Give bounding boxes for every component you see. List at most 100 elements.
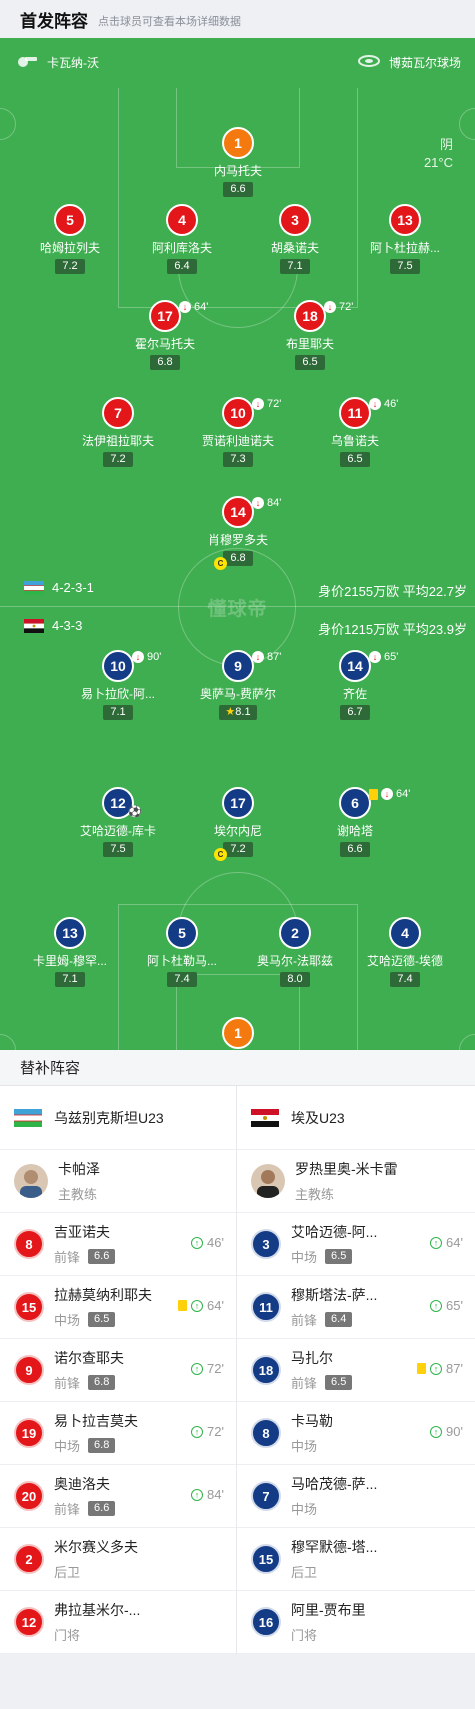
rating-value: 6.5	[302, 356, 318, 368]
sub-player-position: 门将	[291, 1628, 318, 1643]
player-number: 5	[54, 204, 86, 236]
sub-event: ↑ 72'	[191, 1424, 224, 1439]
player-away[interactable]: 13 卡里姆-穆罕... 7.1	[15, 917, 125, 987]
sub-minute: 72'	[339, 301, 354, 313]
player-home[interactable]: 1 内马托夫 6.6	[183, 127, 293, 197]
sub-minute: 72'	[267, 398, 282, 410]
rating-value: 7.5	[397, 260, 413, 272]
sub-minute: 87'	[446, 1361, 463, 1376]
player-number: 9	[222, 650, 254, 682]
player-events: ↓ 72'	[252, 398, 281, 410]
player-away[interactable]: 12 ⚽ 艾哈迈德-库卡 7.5	[63, 787, 173, 857]
sub-player-position: 前锋	[291, 1376, 318, 1391]
sub-player-row[interactable]: 15 拉赫莫纳利耶夫 中场 6.5 ↑ 64'	[0, 1276, 236, 1339]
sub-out-icon: ↓	[252, 398, 264, 410]
sub-player-row[interactable]: 16 阿里-贾布里 门将	[237, 1591, 475, 1654]
yellow-card-icon	[417, 1363, 427, 1374]
player-name: 奥马尔-法耶兹	[257, 954, 333, 968]
sub-in-icon: ↑	[191, 1425, 204, 1438]
player-away[interactable]: 17 C 埃尔内尼 7.2	[183, 787, 293, 861]
player-name: 阿卜杜拉赫...	[369, 241, 440, 255]
sub-minute: 65'	[446, 1298, 463, 1313]
sub-minute: 87'	[267, 651, 282, 663]
sub-player-row[interactable]: 2 米尔赛义多夫 后卫	[0, 1528, 236, 1591]
player-rating-wrap: 7.4	[350, 969, 460, 987]
player-name: 艾哈迈德-埃德	[367, 954, 443, 968]
player-home[interactable]: 13 阿卜杜拉赫... 7.5	[350, 204, 460, 274]
sub-player-number: 3	[251, 1229, 281, 1259]
sub-minute: 90'	[147, 651, 162, 663]
player-home[interactable]: 10 ↓ 72' 贾诺利迪诺夫 7.3	[183, 397, 293, 467]
sub-minute: 90'	[446, 1424, 463, 1439]
player-away[interactable]: 4 艾哈迈德-埃德 7.4	[350, 917, 460, 987]
sub-player-row[interactable]: 15 穆罕默德-塔... 后卫	[237, 1528, 475, 1591]
rating-value: 6.8	[157, 356, 173, 368]
player-away[interactable]: 6 ↓ 64' 谢哈塔 6.6	[300, 787, 410, 857]
player-home[interactable]: 7 法伊祖拉耶夫 7.2	[63, 397, 173, 467]
weather-condition: 阴	[439, 137, 453, 152]
sub-player-row[interactable]: 20 奥迪洛夫 前锋 6.6 ↑ 84'	[0, 1465, 236, 1528]
sub-player-name: 阿里-贾布里	[291, 1602, 366, 1618]
player-home[interactable]: 4 阿利库洛夫 6.4	[127, 204, 237, 274]
sub-out-icon: ↓	[252, 651, 264, 663]
sub-player-row[interactable]: 8 吉亚诺夫 前锋 6.6 ↑ 46'	[0, 1213, 236, 1276]
sub-player-number: 8	[14, 1229, 44, 1259]
player-away[interactable]: 9 ↓ 87' 奥萨马-费萨尔 ★8.1	[183, 650, 293, 720]
rating-value: 7.1	[62, 973, 78, 985]
sub-player-row[interactable]: 3 艾哈迈德-阿... 中场 6.5 ↑ 64'	[237, 1213, 475, 1276]
rating-value: 7.2	[230, 843, 246, 855]
player-name: 卡里姆-穆罕...	[33, 954, 107, 968]
sub-player-row[interactable]: 7 马哈茂德-萨... 中场	[237, 1465, 475, 1528]
sub-event: ↑ 64'	[430, 1235, 463, 1250]
player-number: 13	[389, 204, 421, 236]
sub-player-row[interactable]: 18 马扎尔 前锋 6.5 ↑ 87'	[237, 1339, 475, 1402]
player-number: 4	[166, 204, 198, 236]
player-number: 4	[389, 917, 421, 949]
sub-player-number: 12	[14, 1607, 44, 1637]
sub-player-row[interactable]: 19 易卜拉吉莫夫 中场 6.8 ↑ 72'	[0, 1402, 236, 1465]
player-number: 3	[279, 204, 311, 236]
player-away[interactable]: 5 阿卜杜勒马... 7.4	[127, 917, 237, 987]
sub-player-position: 门将	[54, 1628, 81, 1643]
player-away[interactable]: 2 奥马尔-法耶兹 8.0	[240, 917, 350, 987]
player-home[interactable]: 18 ↓ 72' 布里耶夫 6.5	[255, 300, 365, 370]
sub-player-number: 7	[251, 1481, 281, 1511]
away-team-name: 埃及U23	[291, 1109, 345, 1126]
sub-player-number: 16	[251, 1607, 281, 1637]
sub-player-row[interactable]: 11 穆斯塔法-萨... 前锋 6.4 ↑ 65'	[237, 1276, 475, 1339]
sub-player-position: 中场	[291, 1439, 318, 1454]
rating-value: 7.1	[110, 706, 126, 718]
sub-player-row[interactable]: 12 弗拉基米尔-... 门将	[0, 1591, 236, 1654]
away-coach[interactable]: 罗热里奥-米卡雷 主教练	[237, 1150, 475, 1213]
sub-in-icon: ↑	[430, 1299, 443, 1312]
player-away[interactable]: 1哈姆扎-阿拉7.6	[183, 1017, 293, 1050]
stadium-icon	[357, 54, 380, 71]
weather: 阴 21°C	[424, 136, 453, 172]
player-rating: 7.4	[167, 972, 197, 987]
rating-value: 7.1	[287, 260, 303, 272]
sub-player-name: 米尔赛义多夫	[54, 1539, 138, 1555]
home-coach[interactable]: 卡帕泽 主教练	[0, 1150, 236, 1213]
player-home[interactable]: 3 胡桑诺夫 7.1	[240, 204, 350, 274]
coach-avatar	[251, 1164, 285, 1198]
player-rating: ★8.1	[219, 705, 257, 720]
captain-badge: C	[214, 557, 227, 570]
player-home[interactable]: 5 哈姆拉列夫 7.2	[15, 204, 125, 274]
sub-out-icon: ↓	[179, 301, 191, 313]
sub-player-rating: 6.5	[325, 1375, 353, 1390]
sub-player-row[interactable]: 8 卡马勒 中场 ↑ 90'	[237, 1402, 475, 1465]
player-away[interactable]: 14 ↓ 65' 齐佐 6.7	[300, 650, 410, 720]
player-home[interactable]: 11 ↓ 46' 乌鲁诺夫 6.5	[300, 397, 410, 467]
subs-header: 替补阵容	[0, 1050, 475, 1086]
rating-value: 6.6	[347, 843, 363, 855]
player-home[interactable]: 17 ↓ 64' 霍尔马托夫 6.8	[110, 300, 220, 370]
player-home[interactable]: 14 ↓ 84' C 肖穆罗多夫 6.8	[183, 496, 293, 570]
home-value: 身价2155万欧 平均22.7岁	[318, 584, 467, 599]
sub-minute: 64'	[446, 1235, 463, 1250]
sub-event: ↑ 90'	[430, 1424, 463, 1439]
subs-table: 乌兹别克斯坦U23 卡帕泽 主教练 8 吉亚诺夫 前锋 6.6 ↑ 46' 15 拉赫莫纳利耶夫…	[0, 1086, 475, 1654]
sub-player-name: 拉赫莫纳利耶夫	[54, 1287, 152, 1303]
player-rating: 7.2	[103, 452, 133, 467]
player-away[interactable]: 10 ↓ 90' 易卜拉欣-阿... 7.1	[63, 650, 173, 720]
sub-player-row[interactable]: 9 诺尔查耶夫 前锋 6.8 ↑ 72'	[0, 1339, 236, 1402]
